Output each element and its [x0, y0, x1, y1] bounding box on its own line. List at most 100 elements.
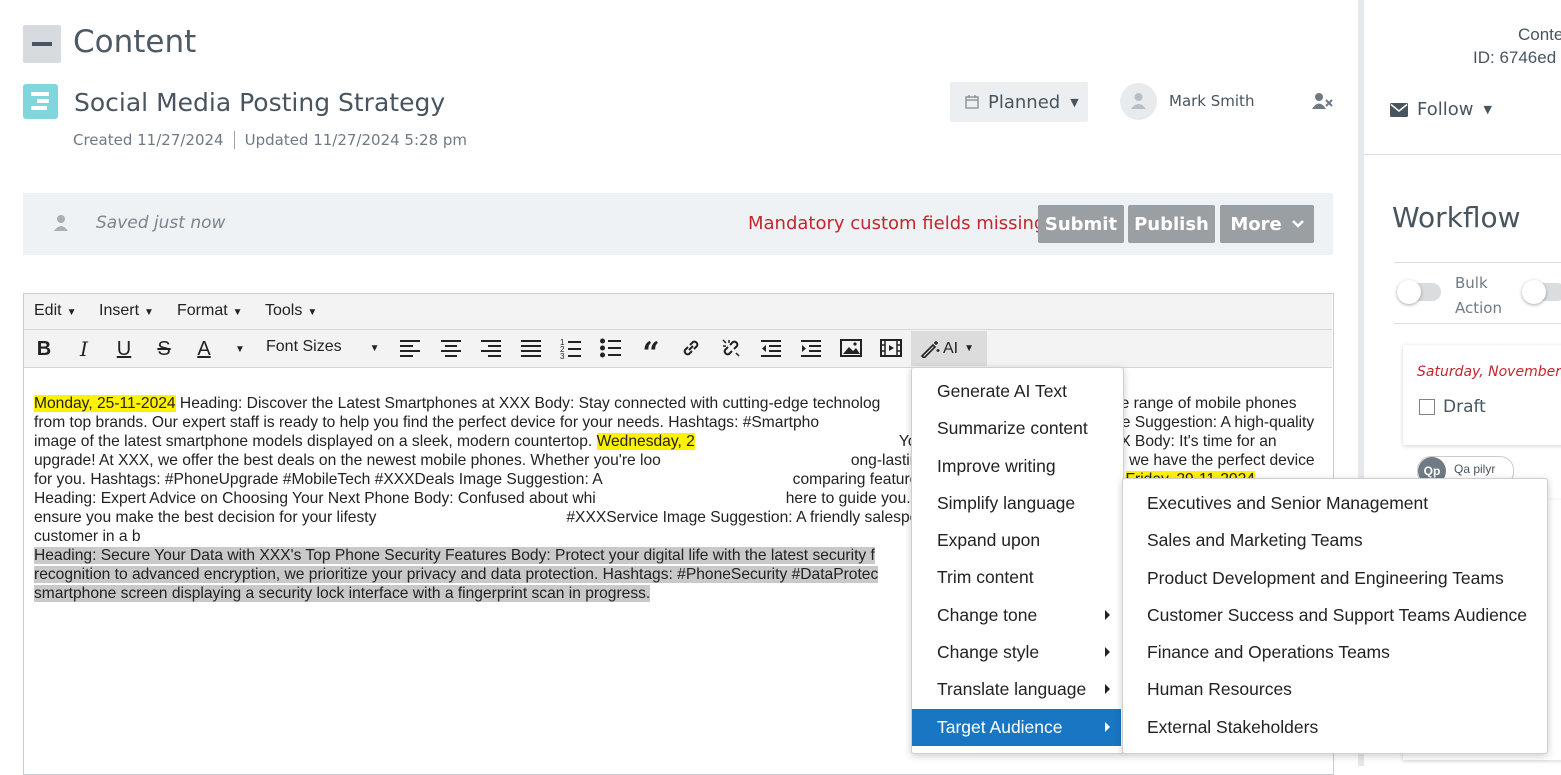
body-text: Heading: Expert Advice on Choosing Your …: [34, 490, 596, 507]
menu-insert[interactable]: Insert ▼: [99, 302, 154, 320]
chevron-down-icon: [1291, 220, 1304, 228]
chevron-down-icon: ▼: [1483, 103, 1492, 116]
document-title: Social Media Posting Strategy: [74, 88, 446, 117]
chevron-right-icon: [1105, 647, 1110, 657]
numbered-list-icon[interactable]: 123: [560, 337, 582, 359]
chevron-right-icon: [1105, 722, 1110, 732]
magic-pen-icon: [920, 340, 940, 358]
editor-toolbar: [24, 330, 1332, 368]
section-title: Content: [73, 24, 197, 60]
ai-menu-simplify[interactable]: Simplify language: [912, 485, 1121, 522]
calendar-icon: [965, 95, 979, 109]
audience-customer-success[interactable]: Customer Success and Support Teams Audie…: [1147, 605, 1527, 626]
collapse-section-button[interactable]: [23, 25, 61, 63]
chevron-right-icon: [1105, 684, 1110, 694]
svg-text:3: 3: [560, 352, 565, 359]
menu-tools[interactable]: Tools ▼: [265, 302, 317, 320]
panel-content-label: Conte: [1518, 25, 1561, 44]
ai-menu-change-tone[interactable]: Change tone: [912, 597, 1121, 634]
ai-button[interactable]: AI ▼: [911, 331, 987, 366]
user-icon: [1131, 93, 1146, 109]
publish-button[interactable]: Publish: [1128, 205, 1215, 243]
italic-icon[interactable]: I: [71, 337, 97, 361]
media-icon[interactable]: [880, 339, 902, 357]
divider: [1394, 323, 1561, 324]
more-label: More: [1230, 213, 1282, 235]
workflow-toggle[interactable]: [1522, 280, 1561, 304]
owner-name[interactable]: Mark Smith: [1169, 92, 1254, 110]
body-text: Heading: Discover the Latest Smartphones…: [175, 395, 881, 412]
owner-avatar[interactable]: [1120, 83, 1157, 120]
more-button[interactable]: More: [1220, 205, 1314, 243]
date-highlight: Wednesday, 2: [596, 433, 695, 450]
submit-button[interactable]: Submit: [1038, 205, 1124, 243]
menu-edit[interactable]: Edit ▼: [34, 302, 76, 320]
unlink-icon[interactable]: [720, 337, 742, 359]
chevron-down-icon: ▼: [964, 343, 975, 354]
workflow-title: Workflow: [1392, 201, 1521, 234]
bold-icon[interactable]: B: [31, 337, 57, 361]
unassign-user-icon[interactable]: [1312, 92, 1334, 115]
audience-finance-operations[interactable]: Finance and Operations Teams: [1147, 642, 1390, 663]
content-id: ID: 6746ed: [1473, 48, 1557, 67]
align-justify-icon[interactable]: [520, 339, 542, 357]
strikethrough-icon[interactable]: S: [151, 337, 177, 361]
bulk-action-label: Bulk Action: [1455, 274, 1502, 317]
text-color-icon[interactable]: A: [191, 337, 217, 361]
follow-dropdown[interactable]: Follow ▼: [1390, 99, 1492, 120]
chevron-right-icon: [1105, 610, 1110, 620]
card-date: Saturday, November 9: [1417, 364, 1561, 380]
audience-executives[interactable]: Executives and Senior Management: [1147, 493, 1428, 514]
updated-date: Updated 11/27/2024 5:28 pm: [244, 131, 468, 149]
ai-menu-translate[interactable]: Translate language: [912, 671, 1121, 708]
link-icon[interactable]: [680, 337, 702, 359]
status-label: Planned: [988, 91, 1061, 113]
indent-icon[interactable]: [800, 339, 822, 357]
date-highlight: Monday, 25-11-2024: [34, 395, 176, 412]
chevron-down-icon: ▼: [1070, 95, 1079, 109]
created-date: Created 11/27/2024: [73, 131, 224, 149]
ai-menu-expand[interactable]: Expand upon: [912, 522, 1121, 559]
ai-menu-summarize[interactable]: Summarize content: [912, 410, 1121, 447]
follow-label: Follow: [1417, 99, 1474, 120]
assignee-name: Qa pilyr: [1454, 462, 1496, 476]
audience-product-engineering[interactable]: Product Development and Engineering Team…: [1147, 568, 1504, 589]
meta-divider: [233, 131, 235, 149]
divider: [1394, 262, 1561, 263]
outdent-icon[interactable]: [760, 339, 782, 357]
draft-checkbox[interactable]: [1419, 399, 1435, 415]
ai-label: AI: [943, 339, 959, 357]
divider: [1364, 154, 1561, 155]
align-left-icon[interactable]: [399, 339, 421, 357]
selected-text: Heading: Secure Your Data with XXX's Top…: [34, 547, 875, 564]
audience-external-stakeholders[interactable]: External Stakeholders: [1147, 717, 1318, 738]
selected-text: recognition to advanced encryption, we p…: [34, 566, 879, 583]
ai-menu-improve-writing[interactable]: Improve writing: [912, 448, 1121, 485]
underline-icon[interactable]: U: [111, 337, 137, 361]
align-right-icon[interactable]: [480, 339, 502, 357]
saved-status-text: Saved just now: [96, 213, 226, 233]
document-meta: Created 11/27/2024 Updated 11/27/2024 5:…: [73, 131, 467, 149]
font-sizes-select[interactable]: Font Sizes ▼: [266, 338, 380, 356]
envelope-icon: [1390, 102, 1408, 117]
status-dropdown[interactable]: Planned ▼: [950, 82, 1088, 122]
audience-sales-marketing[interactable]: Sales and Marketing Teams: [1147, 530, 1363, 551]
ai-menu-trim[interactable]: Trim content: [912, 559, 1121, 596]
align-center-icon[interactable]: [440, 339, 462, 357]
audience-human-resources[interactable]: Human Resources: [1147, 679, 1292, 700]
bulk-action-toggle[interactable]: [1397, 280, 1441, 304]
ai-menu-change-style[interactable]: Change style: [912, 634, 1121, 671]
draft-label: Draft: [1443, 397, 1486, 417]
mandatory-fields-warning: Mandatory custom fields missing.: [748, 213, 1052, 234]
selected-text: smartphone screen displaying a security …: [34, 585, 651, 602]
user-icon: [54, 214, 68, 237]
image-icon[interactable]: [840, 339, 862, 357]
text-color-chevron-icon[interactable]: ▼: [227, 337, 253, 361]
blockquote-icon[interactable]: “: [638, 336, 664, 371]
workflow-card[interactable]: [1403, 345, 1561, 445]
document-icon: [23, 84, 58, 119]
ai-menu-target-audience[interactable]: Target Audience: [912, 709, 1121, 746]
ai-menu-generate-text[interactable]: Generate AI Text: [912, 373, 1121, 410]
bullet-list-icon[interactable]: [600, 338, 622, 358]
menu-format[interactable]: Format ▼: [177, 302, 243, 320]
